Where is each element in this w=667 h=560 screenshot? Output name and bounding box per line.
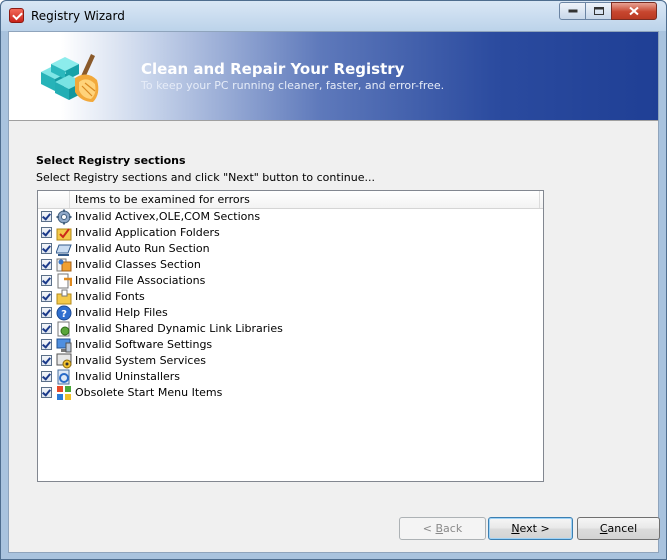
item-checkbox[interactable] bbox=[41, 211, 52, 222]
item-label: Invalid Help Files bbox=[75, 306, 168, 319]
svg-text:?: ? bbox=[61, 309, 67, 320]
item-label: Invalid Fonts bbox=[75, 290, 145, 303]
registry-wizard-window: Registry Wizard Clean and Repair Your Re… bbox=[0, 0, 667, 560]
item-label: Invalid Auto Run Section bbox=[75, 242, 210, 255]
list-item[interactable]: ? Invalid Help Files bbox=[38, 305, 543, 321]
maximize-icon bbox=[593, 7, 604, 15]
next-label: ext > bbox=[519, 522, 550, 535]
list-item[interactable]: Invalid Shared Dynamic Link Libraries bbox=[38, 321, 543, 337]
folder-check-icon bbox=[56, 228, 72, 241]
next-access-key: N bbox=[511, 522, 520, 535]
next-button[interactable]: Next > bbox=[488, 517, 573, 540]
list-item[interactable]: Invalid Classes Section bbox=[38, 257, 543, 273]
autorun-icon bbox=[56, 244, 72, 256]
item-checkbox[interactable] bbox=[41, 227, 52, 238]
item-label: Invalid Application Folders bbox=[75, 226, 220, 239]
uninstaller-icon bbox=[57, 369, 70, 385]
section-title: Select Registry sections bbox=[36, 154, 186, 167]
item-label: Obsolete Start Menu Items bbox=[75, 386, 223, 399]
item-checkbox[interactable] bbox=[41, 243, 52, 254]
item-label: Invalid Activex,OLE,COM Sections bbox=[75, 210, 261, 223]
item-checkbox[interactable] bbox=[41, 291, 52, 302]
item-label: Invalid Uninstallers bbox=[75, 370, 181, 383]
item-checkbox[interactable] bbox=[41, 339, 52, 350]
item-checkbox[interactable] bbox=[41, 371, 52, 382]
classes-icon bbox=[56, 258, 72, 272]
item-checkbox[interactable] bbox=[41, 259, 52, 270]
app-icon bbox=[9, 8, 24, 23]
back-button[interactable]: < Back bbox=[399, 517, 486, 540]
section-description: Select Registry sections and click "Next… bbox=[36, 171, 375, 184]
item-label: Invalid Software Settings bbox=[75, 338, 213, 351]
banner-divider bbox=[9, 120, 658, 121]
item-checkbox[interactable] bbox=[41, 323, 52, 334]
start-menu-icon bbox=[57, 386, 71, 400]
minimize-button[interactable] bbox=[559, 2, 586, 20]
wizard-client-area: Clean and Repair Your Registry To keep y… bbox=[8, 31, 660, 553]
font-folder-icon bbox=[56, 289, 72, 305]
header-banner: Clean and Repair Your Registry To keep y… bbox=[9, 32, 658, 120]
window-title: Registry Wizard bbox=[31, 9, 125, 23]
maximize-button[interactable] bbox=[585, 2, 612, 20]
list-item[interactable]: Invalid Software Settings bbox=[38, 337, 543, 353]
header-divider bbox=[69, 191, 70, 208]
registry-cleaner-logo-icon bbox=[41, 54, 99, 102]
cancel-label: ancel bbox=[607, 522, 638, 535]
back-prefix: < bbox=[422, 522, 436, 535]
list-header[interactable]: Items to be examined for errors bbox=[38, 191, 543, 209]
minimize-icon bbox=[568, 9, 577, 13]
list-item[interactable]: Invalid Auto Run Section bbox=[38, 241, 543, 257]
list-item[interactable]: Obsolete Start Menu Items bbox=[38, 385, 543, 401]
banner-subtitle: To keep your PC running cleaner, faster,… bbox=[141, 79, 445, 92]
cancel-button[interactable]: Cancel bbox=[577, 517, 660, 540]
services-icon bbox=[56, 353, 72, 369]
list-item[interactable]: Invalid Activex,OLE,COM Sections bbox=[38, 209, 543, 225]
close-icon bbox=[629, 6, 639, 16]
item-label: Invalid Shared Dynamic Link Libraries bbox=[75, 322, 283, 335]
list-item[interactable]: Invalid File Associations bbox=[38, 273, 543, 289]
list-item[interactable]: Invalid Fonts bbox=[38, 289, 543, 305]
back-label: ack bbox=[443, 522, 463, 535]
list-item[interactable]: Invalid Application Folders bbox=[38, 225, 543, 241]
dll-icon bbox=[57, 321, 70, 337]
header-divider bbox=[539, 191, 540, 208]
help-icon: ? bbox=[56, 305, 72, 321]
item-checkbox[interactable] bbox=[41, 355, 52, 366]
item-checkbox[interactable] bbox=[41, 275, 52, 286]
list-header-label: Items to be examined for errors bbox=[75, 193, 250, 206]
item-checkbox[interactable] bbox=[41, 387, 52, 398]
item-label: Invalid File Associations bbox=[75, 274, 206, 287]
gear-icon bbox=[56, 209, 72, 225]
registry-sections-list[interactable]: Items to be examined for errors Invalid … bbox=[37, 190, 544, 482]
cancel-access-key: C bbox=[599, 522, 608, 535]
list-item[interactable]: Invalid System Services bbox=[38, 353, 543, 369]
item-label: Invalid Classes Section bbox=[75, 258, 201, 271]
file-association-icon bbox=[57, 273, 72, 289]
close-button[interactable] bbox=[611, 2, 657, 20]
title-bar[interactable]: Registry Wizard bbox=[1, 1, 666, 31]
item-label: Invalid System Services bbox=[75, 354, 206, 367]
back-access-key: B bbox=[435, 522, 444, 535]
banner-title: Clean and Repair Your Registry bbox=[141, 60, 405, 78]
software-settings-icon bbox=[56, 338, 72, 353]
list-item[interactable]: Invalid Uninstallers bbox=[38, 369, 543, 385]
item-checkbox[interactable] bbox=[41, 307, 52, 318]
